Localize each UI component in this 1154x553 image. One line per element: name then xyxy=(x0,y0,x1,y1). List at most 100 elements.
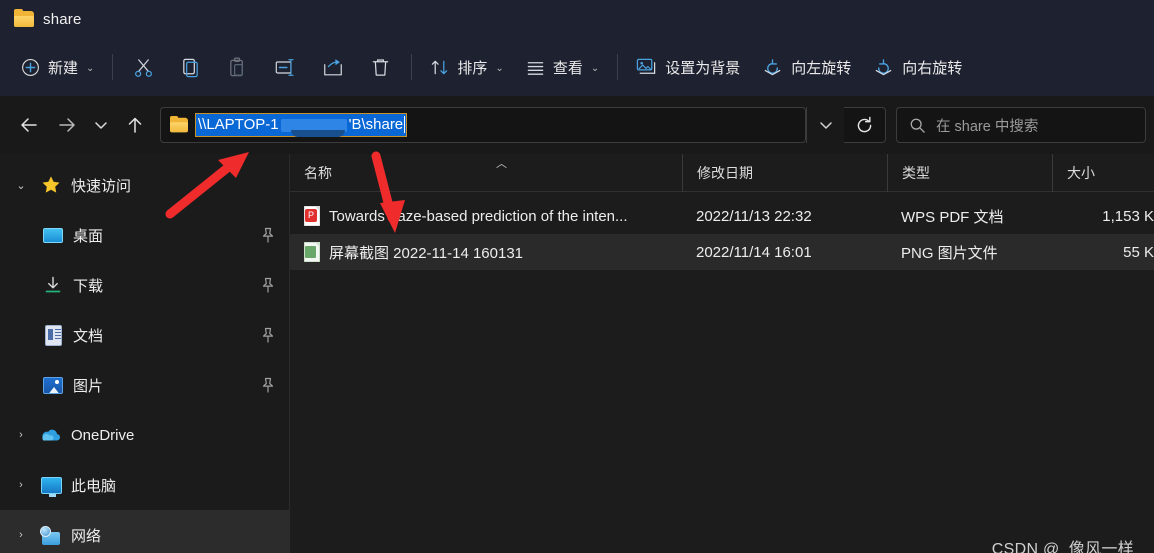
sidebar-label-downloads: 下载 xyxy=(73,277,104,295)
sidebar-item-desktop[interactable]: 桌面 xyxy=(0,210,289,260)
rotate-right-label: 向右旋转 xyxy=(902,59,963,77)
rename-icon xyxy=(276,58,295,76)
column-header-name[interactable]: 名称 ︿ xyxy=(290,154,682,192)
pin-icon[interactable] xyxy=(261,227,275,243)
address-path-suffix: 'B\share xyxy=(348,116,404,133)
refresh-icon xyxy=(857,116,872,132)
new-button-label: 新建 xyxy=(48,59,79,77)
pin-icon[interactable] xyxy=(261,377,275,393)
rotate-left-button[interactable]: 向左旋转 xyxy=(751,48,862,86)
sidebar-item-this-pc[interactable]: › 此电脑 xyxy=(0,460,289,510)
sidebar-label-onedrive: OneDrive xyxy=(71,426,135,444)
refresh-button[interactable] xyxy=(844,107,886,143)
back-button[interactable] xyxy=(10,106,48,144)
sidebar-item-onedrive[interactable]: › OneDrive xyxy=(0,410,289,460)
text-caret xyxy=(404,116,406,133)
chevron-right-icon[interactable]: › xyxy=(8,422,34,448)
address-path-text[interactable]: \\LAPTOP-1 'B\share xyxy=(194,113,408,137)
window-title: share xyxy=(43,10,82,28)
file-name: 屏幕截图 2022-11-14 160131 xyxy=(329,244,524,262)
png-file-icon xyxy=(304,242,320,262)
pin-icon[interactable] xyxy=(261,327,275,343)
sidebar-label-pictures: 图片 xyxy=(73,377,104,395)
up-button[interactable] xyxy=(116,106,154,144)
share-icon xyxy=(324,58,343,75)
sidebar-item-quick-access[interactable]: ⌄ 快速访问 xyxy=(0,160,289,210)
title-bar: share xyxy=(0,0,1154,38)
sidebar-item-downloads[interactable]: 下载 xyxy=(0,260,289,310)
rotate-right-button[interactable]: 向右旋转 xyxy=(862,48,973,86)
watermark: CSDN @_像风一样 xyxy=(991,541,1134,553)
plus-circle-icon xyxy=(22,58,39,76)
cut-button[interactable] xyxy=(120,48,167,86)
search-icon xyxy=(910,118,925,133)
set-as-background-label: 设置为背景 xyxy=(665,59,741,77)
search-input[interactable]: 在 share 中搜索 xyxy=(936,115,1038,136)
view-button[interactable]: 查看 ⌄ xyxy=(515,48,610,86)
sidebar-label-network: 网络 xyxy=(71,527,102,545)
cell-modified: 2022/11/14 16:01 xyxy=(696,243,812,261)
pin-icon[interactable] xyxy=(261,277,275,293)
sort-button-label: 排序 xyxy=(457,59,488,77)
sort-ascending-caret-icon: ︿ xyxy=(496,157,507,170)
address-bar-row: \\LAPTOP-1 'B\share 在 share 中搜索 xyxy=(0,96,1154,154)
cell-type: PNG 图片文件 xyxy=(901,244,998,262)
rotate-left-icon xyxy=(764,59,781,76)
forward-arrow-icon xyxy=(59,118,75,132)
rotate-left-label: 向左旋转 xyxy=(791,59,852,77)
sidebar-item-pictures[interactable]: 图片 xyxy=(0,360,289,410)
onedrive-icon xyxy=(40,424,62,446)
delete-button[interactable] xyxy=(357,48,404,86)
recent-locations-button[interactable] xyxy=(86,106,116,144)
address-history-dropdown[interactable] xyxy=(806,107,844,143)
file-explorer-window: share 新建 ⌄ 排序 ⌄ 查看 ⌄ 设置为背景 向左旋转 向右旋转 \\L… xyxy=(0,0,1154,553)
sort-icon xyxy=(432,60,448,74)
sort-button[interactable]: 排序 ⌄ xyxy=(419,48,514,86)
command-bar: 新建 ⌄ 排序 ⌄ 查看 ⌄ 设置为背景 向左旋转 向右旋转 xyxy=(0,38,1154,96)
sidebar-label-quick-access: 快速访问 xyxy=(71,177,132,195)
cell-name: 屏幕截图 2022-11-14 160131 xyxy=(290,234,682,270)
chevron-down-icon xyxy=(95,122,107,129)
chevron-right-icon[interactable]: › xyxy=(8,472,34,498)
copy-button[interactable] xyxy=(167,48,214,86)
forward-button[interactable] xyxy=(48,106,86,144)
folder-icon xyxy=(14,9,34,27)
this-pc-icon xyxy=(40,474,62,497)
star-icon xyxy=(40,174,62,196)
toolbar-separator-2 xyxy=(411,54,413,80)
chevron-down-icon[interactable]: ⌄ xyxy=(8,172,34,198)
rotate-right-icon xyxy=(875,59,892,76)
download-icon xyxy=(42,274,64,296)
chevron-down-icon xyxy=(819,122,832,129)
column-label-size: 大小 xyxy=(1067,164,1095,181)
column-header-type[interactable]: 类型 xyxy=(887,154,1052,192)
navigation-pane: ⌄ 快速访问 桌面 下载 文档 图片 › OneDrive › 此电脑 › 网络 xyxy=(0,154,290,553)
column-header-modified[interactable]: 修改日期 xyxy=(682,154,887,192)
view-button-label: 查看 xyxy=(552,59,583,77)
column-label-type: 类型 xyxy=(902,164,930,181)
share-button[interactable] xyxy=(309,48,357,86)
table-row[interactable]: 屏幕截图 2022-11-14 160131 2022/11/14 16:01 … xyxy=(290,234,1154,270)
address-bar[interactable]: \\LAPTOP-1 'B\share xyxy=(160,107,806,143)
table-row[interactable]: P Towards gaze-based prediction of the i… xyxy=(290,198,1154,234)
set-as-background-button[interactable]: 设置为背景 xyxy=(625,48,751,86)
sidebar-label-this-pc: 此电脑 xyxy=(71,477,117,495)
pdf-file-icon: P xyxy=(304,206,320,226)
new-button[interactable]: 新建 ⌄ xyxy=(10,48,105,86)
sidebar-item-network[interactable]: › 网络 xyxy=(0,510,289,553)
search-box[interactable]: 在 share 中搜索 xyxy=(896,107,1146,143)
chevron-right-icon[interactable]: › xyxy=(8,522,34,548)
rename-button[interactable] xyxy=(261,48,309,86)
cell-size: 1,153 K xyxy=(1102,207,1154,225)
chevron-down-icon: ⌄ xyxy=(495,62,504,74)
cell-size: 55 K xyxy=(1123,243,1154,261)
view-list-icon xyxy=(527,61,544,75)
file-list-pane: 名称 ︿ 修改日期 类型 大小 P Towards gaze-based pre… xyxy=(290,154,1154,553)
paste-button[interactable] xyxy=(214,48,261,86)
desktop-icon xyxy=(42,224,64,246)
cell-type: WPS PDF 文档 xyxy=(901,208,1004,226)
sidebar-item-documents[interactable]: 文档 xyxy=(0,310,289,360)
toolbar-separator xyxy=(112,54,114,80)
column-header-size[interactable]: 大小 xyxy=(1052,154,1154,192)
copy-icon xyxy=(183,58,199,77)
